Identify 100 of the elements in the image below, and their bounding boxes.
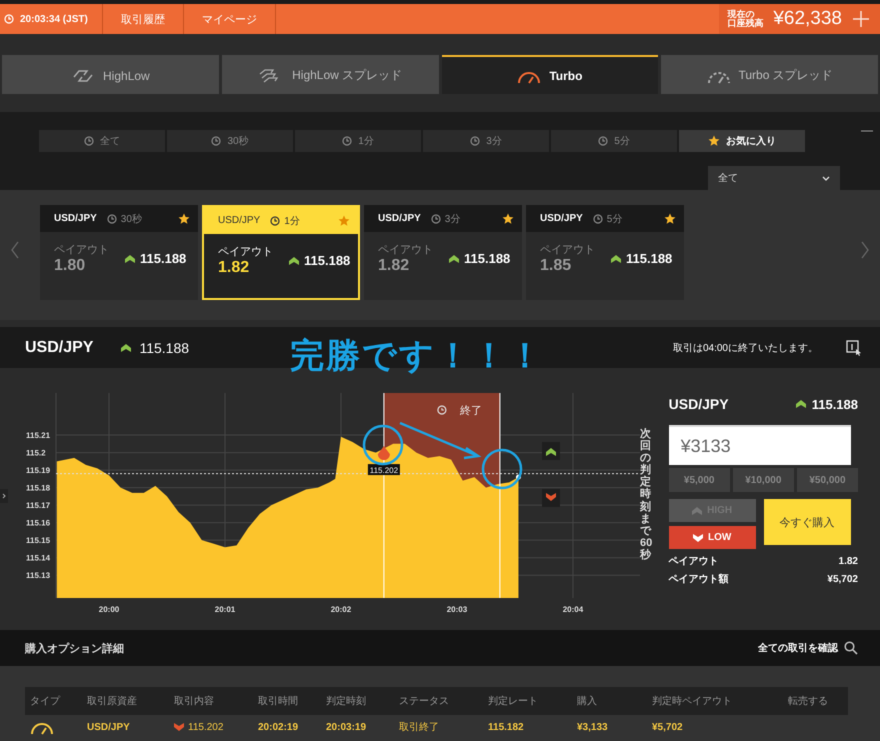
rate-value: 115.188: [140, 251, 186, 266]
table-cell: 115.182: [488, 722, 524, 732]
star-icon[interactable]: [338, 214, 350, 226]
preset-amount-button[interactable]: ¥50,000: [796, 468, 858, 492]
up-arrow-icon: [611, 254, 621, 262]
x-tick-label: 20:04: [562, 605, 584, 614]
clock-icon: [4, 14, 14, 24]
duration-filter[interactable]: 全て: [39, 130, 165, 152]
rate-value: 115.188: [626, 251, 672, 266]
option-card[interactable]: USD/JPY 3分 ペイアウト 1.82 115.188: [364, 205, 522, 300]
table-cell: ¥3,133: [577, 722, 608, 732]
table-cell: 20:03:19: [326, 722, 366, 732]
chevron-right-icon: [2, 493, 6, 499]
current-point: [516, 474, 521, 480]
preset-amount-button[interactable]: ¥10,000: [732, 468, 794, 492]
nav-link[interactable]: 取引履歴: [102, 4, 184, 34]
direction-button[interactable]: LOW: [668, 526, 756, 549]
up-arrow-icon: [121, 344, 132, 352]
duration-label: 5分: [606, 212, 622, 226]
y-tick-label: 115.15: [26, 536, 50, 546]
duration-filter[interactable]: 5分: [551, 130, 677, 152]
product-tab[interactable]: Turbo スプレッド: [661, 55, 878, 94]
duration-filter[interactable]: 30秒: [167, 130, 293, 152]
overlay-caption: 完勝です！！！: [290, 336, 544, 377]
all-trades-link[interactable]: 全ての取引を確認: [758, 641, 838, 655]
side-handle[interactable]: [0, 489, 8, 503]
high-marker-icon: [542, 442, 560, 460]
payout-value: 1.82: [378, 257, 410, 275]
up-arrow-icon: [692, 506, 702, 514]
search-icon[interactable]: [844, 641, 858, 655]
entry-price-tag: 115.202: [368, 464, 400, 476]
buy-now-button[interactable]: 今すぐ購入: [764, 499, 851, 545]
option-card[interactable]: USD/JPY 1分 ペイアウト 1.82 115.188: [202, 205, 360, 300]
payout-label: ペイアウト: [668, 555, 719, 568]
payout-value: 1.80: [54, 257, 86, 275]
option-card[interactable]: USD/JPY 30秒 ペイアウト 1.80 115.188: [40, 205, 198, 300]
payout-label: ペイアウト: [54, 243, 109, 257]
down-arrow-icon: [174, 723, 184, 731]
table-cell: 115.202: [188, 722, 224, 732]
clock-icon: [106, 214, 117, 224]
table-cell: ¥5,702: [652, 722, 683, 732]
chevron-down-icon: [822, 176, 830, 180]
low-marker-icon: [542, 489, 560, 507]
y-tick-label: 115.2: [26, 448, 46, 458]
add-icon[interactable]: [852, 10, 870, 28]
duration-filter[interactable]: 3分: [423, 130, 549, 152]
pair-label: USD/JPY: [378, 213, 421, 224]
clock-icon: [430, 214, 441, 224]
payout-value: 1.85: [540, 257, 572, 275]
product-tab[interactable]: Turbo: [442, 55, 658, 94]
clock-icon: [592, 214, 603, 224]
star-icon[interactable]: [502, 212, 514, 224]
payout-amount-label: ペイアウト額: [668, 572, 729, 586]
star-icon[interactable]: [664, 212, 676, 224]
product-tab[interactable]: HighLow: [2, 55, 219, 94]
option-card[interactable]: USD/JPY 5分 ペイアウト 1.85 115.188: [526, 205, 684, 300]
star-icon[interactable]: [178, 212, 190, 224]
column-header: 判定レート: [488, 694, 539, 708]
up-arrow-icon: [125, 254, 135, 262]
y-tick-label: 115.18: [26, 484, 50, 493]
balance-amount: ¥62,338: [773, 8, 842, 30]
clock-time: 20:03:34 (JST): [20, 14, 88, 24]
closing-notice: 取引は04:00に終了いたします。: [672, 342, 818, 354]
pair-title: USD/JPY: [668, 396, 729, 412]
rate-value: 115.188: [139, 340, 190, 356]
duration-filter[interactable]: お気に入り: [679, 130, 805, 152]
countdown-text: 次回の判定時刻まで60秒: [640, 428, 653, 562]
product-tab[interactable]: HighLow スプレッド: [222, 55, 438, 94]
pair-label: USD/JPY: [54, 213, 97, 224]
star-icon: [708, 135, 720, 147]
payout-label: ペイアウト: [378, 243, 433, 257]
x-tick-label: 20:02: [330, 605, 352, 614]
y-tick-label: 115.21: [26, 431, 50, 440]
down-arrow-icon: [692, 534, 703, 542]
expired-label: 終了: [460, 405, 482, 417]
preset-amount-button[interactable]: ¥5,000: [668, 468, 730, 492]
payout-label: ペイアウト: [218, 245, 273, 259]
clock-icon: [342, 136, 352, 146]
column-header: 購入: [577, 694, 598, 708]
window-cursor-icon[interactable]: [846, 340, 862, 356]
linked-shapes-icon: [71, 68, 96, 84]
pair-label: USD/JPY: [218, 215, 260, 226]
duration-filter[interactable]: 1分: [295, 130, 421, 152]
y-tick-label: 115.16: [26, 518, 50, 528]
column-header: 取引原資産: [87, 694, 138, 708]
up-arrow-icon: [289, 256, 299, 264]
payout-value: 1.82: [218, 259, 250, 277]
up-arrow-icon: [449, 254, 459, 262]
rate-value: 115.188: [464, 251, 510, 266]
column-header: 取引時間: [258, 694, 299, 708]
table-cell: USD/JPY: [87, 722, 130, 732]
column-header: 判定時刻: [326, 694, 367, 708]
amount-field[interactable]: ¥3133: [668, 425, 851, 465]
column-header: 取引内容: [174, 694, 215, 708]
payout-value: 1.82: [838, 556, 858, 566]
minimize-icon[interactable]: [861, 130, 873, 132]
y-tick-label: 115.13: [26, 571, 50, 580]
nav-link[interactable]: マイページ: [184, 4, 276, 34]
asset-dropdown[interactable]: 全て: [708, 166, 840, 190]
column-header: 転売する: [788, 694, 829, 708]
